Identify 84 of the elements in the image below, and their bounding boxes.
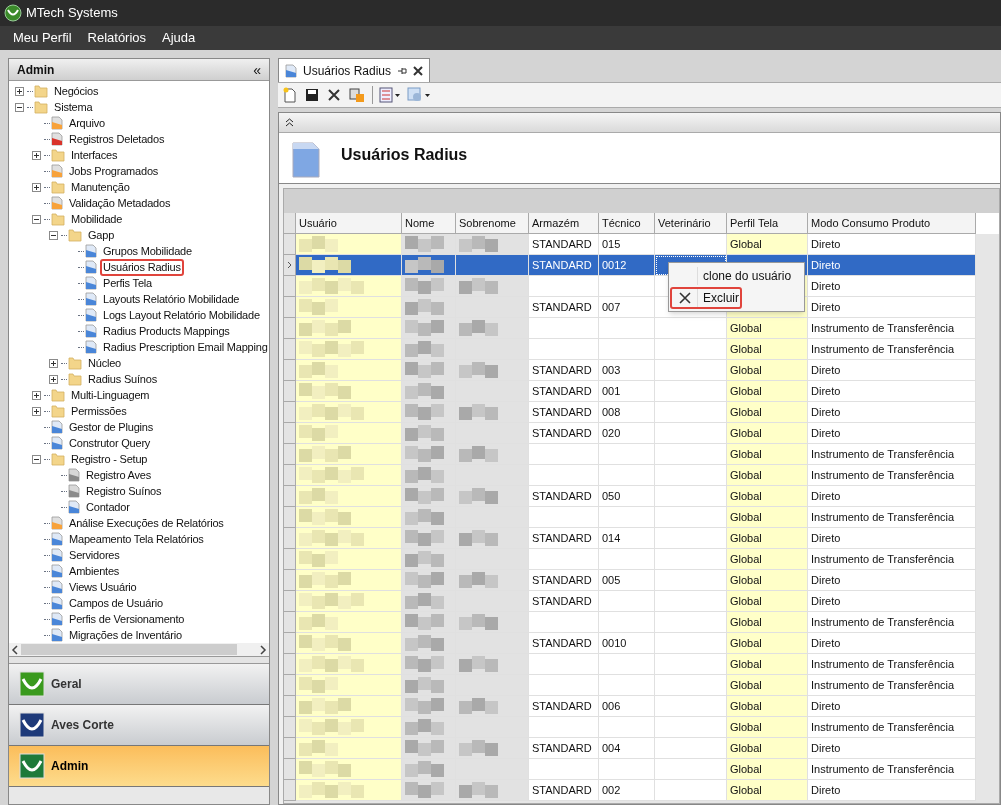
table-cell-text: Global [730, 362, 762, 378]
table-cell-text: Direto [811, 362, 841, 378]
tab-label: Usuários Radius [303, 62, 392, 80]
table-cell-text: Global [730, 677, 762, 693]
table-cell-text: 050 [602, 488, 621, 504]
table-cell-text: STANDARD [532, 425, 592, 441]
table-cell-text: STANDARD [532, 740, 592, 756]
table-cell-text: Instrumento de Transferência [811, 446, 955, 462]
table-cell-text: STANDARD [532, 299, 592, 315]
table-cell-text: Global [730, 446, 762, 462]
table-cell-text: Global [730, 635, 762, 651]
table-cell-text: Global [730, 404, 762, 420]
table-cell-text: Global [730, 593, 762, 609]
table-cell-text: 002 [602, 782, 621, 798]
table-cell-text: Instrumento de Transferência [811, 320, 955, 336]
table-cell-text: Global [730, 488, 762, 504]
table-cell-text: Direto [811, 635, 841, 651]
table-cell-text: 0012 [602, 257, 627, 273]
table-cell-text: Global [730, 341, 762, 357]
table-cell-text: Global [730, 509, 762, 525]
page-title: Usuários Radius [341, 145, 468, 165]
table-cell-text: STANDARD [532, 782, 592, 798]
table-cell-text: STANDARD [532, 383, 592, 399]
table-cell-text: Global [730, 467, 762, 483]
table-cell-text: Instrumento de Transferência [811, 614, 955, 630]
table-cell-text: Global [730, 614, 762, 630]
table-cell-text: Direto [811, 383, 841, 399]
table-cell-text: Direto [811, 740, 841, 756]
table-cell-text: Direto [811, 530, 841, 546]
table-cell-text: STANDARD [532, 362, 592, 378]
window-title: MTech Systems [26, 4, 118, 23]
table-cell-text: STANDARD [532, 257, 592, 273]
table-cell-text: Global [730, 236, 762, 252]
table-cell-text: STANDARD [532, 488, 592, 504]
table-cell-text: Instrumento de Transferência [811, 656, 955, 672]
table-cell-text: Global [730, 740, 762, 756]
table-cell-text: 001 [602, 383, 621, 399]
table-cell-text: Direto [811, 404, 841, 420]
table-cell-text: 003 [602, 362, 621, 378]
table-cell-text: 005 [602, 572, 621, 588]
table-cell-text: Global [730, 572, 762, 588]
table-cell-text: Direto [811, 299, 841, 315]
table-cell-text: Instrumento de Transferência [811, 761, 955, 777]
table-cell-text: STANDARD [532, 236, 592, 252]
table-cell-text: Direto [811, 278, 841, 294]
table-cell-text: 007 [602, 299, 621, 315]
table-cell-text: Direto [811, 572, 841, 588]
table-cell-text: Direto [811, 236, 841, 252]
table-cell-text: 006 [602, 698, 621, 714]
table-cell-text: Instrumento de Transferência [811, 551, 955, 567]
table-cell-text: STANDARD [532, 698, 592, 714]
table-cell-text: STANDARD [532, 572, 592, 588]
table-cell-text: Global [730, 425, 762, 441]
table-cell-text: Global [730, 719, 762, 735]
table-cell-text: STANDARD [532, 404, 592, 420]
table-cell-text: 008 [602, 404, 621, 420]
table-cell-text: Instrumento de Transferência [811, 719, 955, 735]
table-cell-text: Global [730, 530, 762, 546]
table-cell-text: STANDARD [532, 593, 592, 609]
table-cell-text: Direto [811, 593, 841, 609]
table-cell-text: STANDARD [532, 530, 592, 546]
table-cell-text: Instrumento de Transferência [811, 509, 955, 525]
sidebar-title: Admin [17, 61, 55, 79]
table-cell-text: Global [730, 320, 762, 336]
table-cell-text: 014 [602, 530, 621, 546]
table-cell-text: STANDARD [532, 635, 592, 651]
table-cell-text: Direto [811, 425, 841, 441]
table-cell-text: Global [730, 383, 762, 399]
table-cell-text: Instrumento de Transferência [811, 677, 955, 693]
table-cell-text: Global [730, 551, 762, 567]
table-cell-text: 020 [602, 425, 621, 441]
table-cell-text: 004 [602, 740, 621, 756]
table-cell-text: Direto [811, 782, 841, 798]
table-cell-text: Global [730, 782, 762, 798]
table-cell-text: 0010 [602, 635, 627, 651]
table-cell-text: Direto [811, 488, 841, 504]
table-cell-text: Instrumento de Transferência [811, 467, 955, 483]
table-cell-text: Direto [811, 698, 841, 714]
table-cell-text: Global [730, 656, 762, 672]
table-cell-text: Direto [811, 257, 841, 273]
table-cell-text: Global [730, 761, 762, 777]
table-cell-text: Instrumento de Transferência [811, 341, 955, 357]
table-cell-text: Global [730, 698, 762, 714]
table-cell-text: 015 [602, 236, 621, 252]
